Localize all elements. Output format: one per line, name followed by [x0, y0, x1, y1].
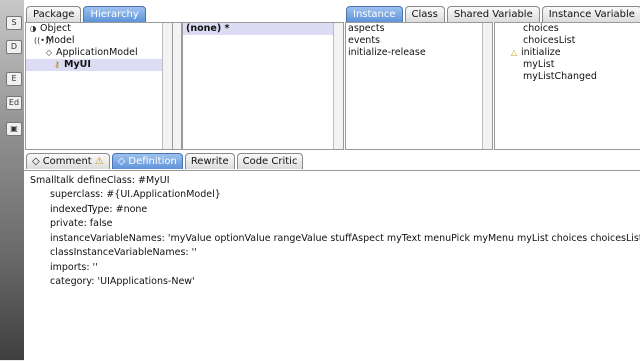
code-line-3: indexedType: #none: [50, 204, 148, 215]
diamond-icon: ◇: [117, 156, 126, 167]
diamond-icon: ◇: [45, 48, 53, 57]
tab-package[interactable]: Package: [26, 6, 82, 22]
code-line-8: category: 'UIApplications-New': [50, 276, 195, 287]
tab-rewrite[interactable]: Rewrite: [184, 153, 235, 169]
code-line-2: superclass: #{UI.ApplicationModel}: [50, 189, 221, 200]
override-triangle-icon: △: [510, 48, 518, 57]
strip-button-1[interactable]: S: [6, 16, 22, 30]
method-tabbar: Instance Class Shared Variable Instance …: [346, 6, 640, 23]
splitter-left[interactable]: [172, 22, 182, 150]
protocol-pane[interactable]: (none) *: [182, 22, 344, 150]
tree-item-object[interactable]: ◑ Object: [26, 23, 172, 35]
method-item-choices[interactable]: choices: [495, 23, 640, 35]
strip-button-5[interactable]: ▣: [6, 122, 22, 136]
tab-code-critic[interactable]: Code Critic: [236, 153, 304, 169]
strip-button-3[interactable]: E: [6, 72, 22, 86]
key-icon: ⚷: [54, 60, 60, 69]
protocol-pane-scrollbar[interactable]: [333, 23, 343, 149]
tab-comment[interactable]: ◇ Comment ⚠: [26, 153, 110, 169]
method-list-pane[interactable]: choices choicesList △ initialize myList m…: [494, 22, 640, 150]
tab-class[interactable]: Class: [404, 6, 445, 22]
method-category-pane[interactable]: aspects events initialize-release: [345, 22, 493, 150]
tree-item-label: MyUI: [64, 59, 91, 70]
circle-icon: ◑: [29, 24, 37, 33]
code-line-4: private: false: [50, 218, 113, 229]
code-line-6: classInstanceVariableNames: '': [50, 247, 197, 258]
class-pane-scrollbar[interactable]: [162, 23, 172, 149]
tab-label: Definition: [128, 156, 177, 167]
tab-hierarchy[interactable]: Hierarchy: [83, 6, 146, 22]
tab-instance-variable[interactable]: Instance Variable: [541, 6, 640, 22]
diamond-icon: ◇: [32, 156, 40, 167]
category-item-aspects[interactable]: aspects: [346, 23, 492, 35]
tab-definition[interactable]: ◇ Definition: [111, 153, 183, 169]
system-browser-window: Package Hierarchy Instance Class Shared …: [24, 0, 640, 361]
code-line-5: instanceVariableNames: 'myValue optionVa…: [50, 233, 640, 244]
class-hierarchy-pane[interactable]: ◑ Object ((•))Model ◇ ApplicationModel ⚷ My…: [25, 22, 173, 150]
method-item-initialize[interactable]: △ initialize: [495, 47, 640, 59]
antenna-icon: ((•)): [34, 36, 52, 45]
warning-icon: ⚠: [94, 156, 104, 167]
tree-item-label: Object: [40, 23, 71, 34]
method-item-mylistchanged[interactable]: myListChanged: [495, 71, 640, 83]
method-item-choiceslist[interactable]: choicesList: [495, 35, 640, 47]
tree-item-myui[interactable]: ⚷ MyUI: [26, 59, 172, 71]
tab-instance[interactable]: Instance: [346, 6, 403, 22]
tree-item-label: Model: [46, 35, 75, 46]
tree-item-applicationmodel[interactable]: ◇ ApplicationModel: [26, 47, 172, 59]
strip-button-2[interactable]: D: [6, 40, 22, 54]
tree-item-model[interactable]: ((•))Model: [26, 35, 172, 47]
code-tabbar: ◇ Comment ⚠ ◇ Definition Rewrite Code Cr…: [26, 153, 304, 170]
category-pane-scrollbar[interactable]: [482, 23, 492, 149]
code-line-1: Smalltalk defineClass: #MyUI: [30, 175, 170, 186]
background-window-strip: S D E Ed ▣: [0, 0, 24, 360]
strip-button-4[interactable]: Ed: [6, 96, 22, 110]
navigator-tabbar: Package Hierarchy: [26, 6, 146, 23]
tree-item-label: ApplicationModel: [56, 47, 138, 58]
protocol-none-item[interactable]: (none) *: [183, 23, 343, 35]
method-item-mylist[interactable]: myList: [495, 59, 640, 71]
tab-label: Rewrite: [190, 156, 229, 167]
definition-editor[interactable]: Smalltalk defineClass: #MyUI superclass:…: [24, 170, 640, 361]
tab-label: Comment: [42, 156, 92, 167]
tab-label: Code Critic: [242, 156, 298, 167]
method-item-label: initialize: [521, 47, 561, 58]
category-item-events[interactable]: events: [346, 35, 492, 47]
tab-shared-variable[interactable]: Shared Variable: [446, 6, 540, 22]
category-item-initialize-release[interactable]: initialize-release: [346, 47, 492, 59]
code-line-7: imports: '': [50, 262, 98, 273]
